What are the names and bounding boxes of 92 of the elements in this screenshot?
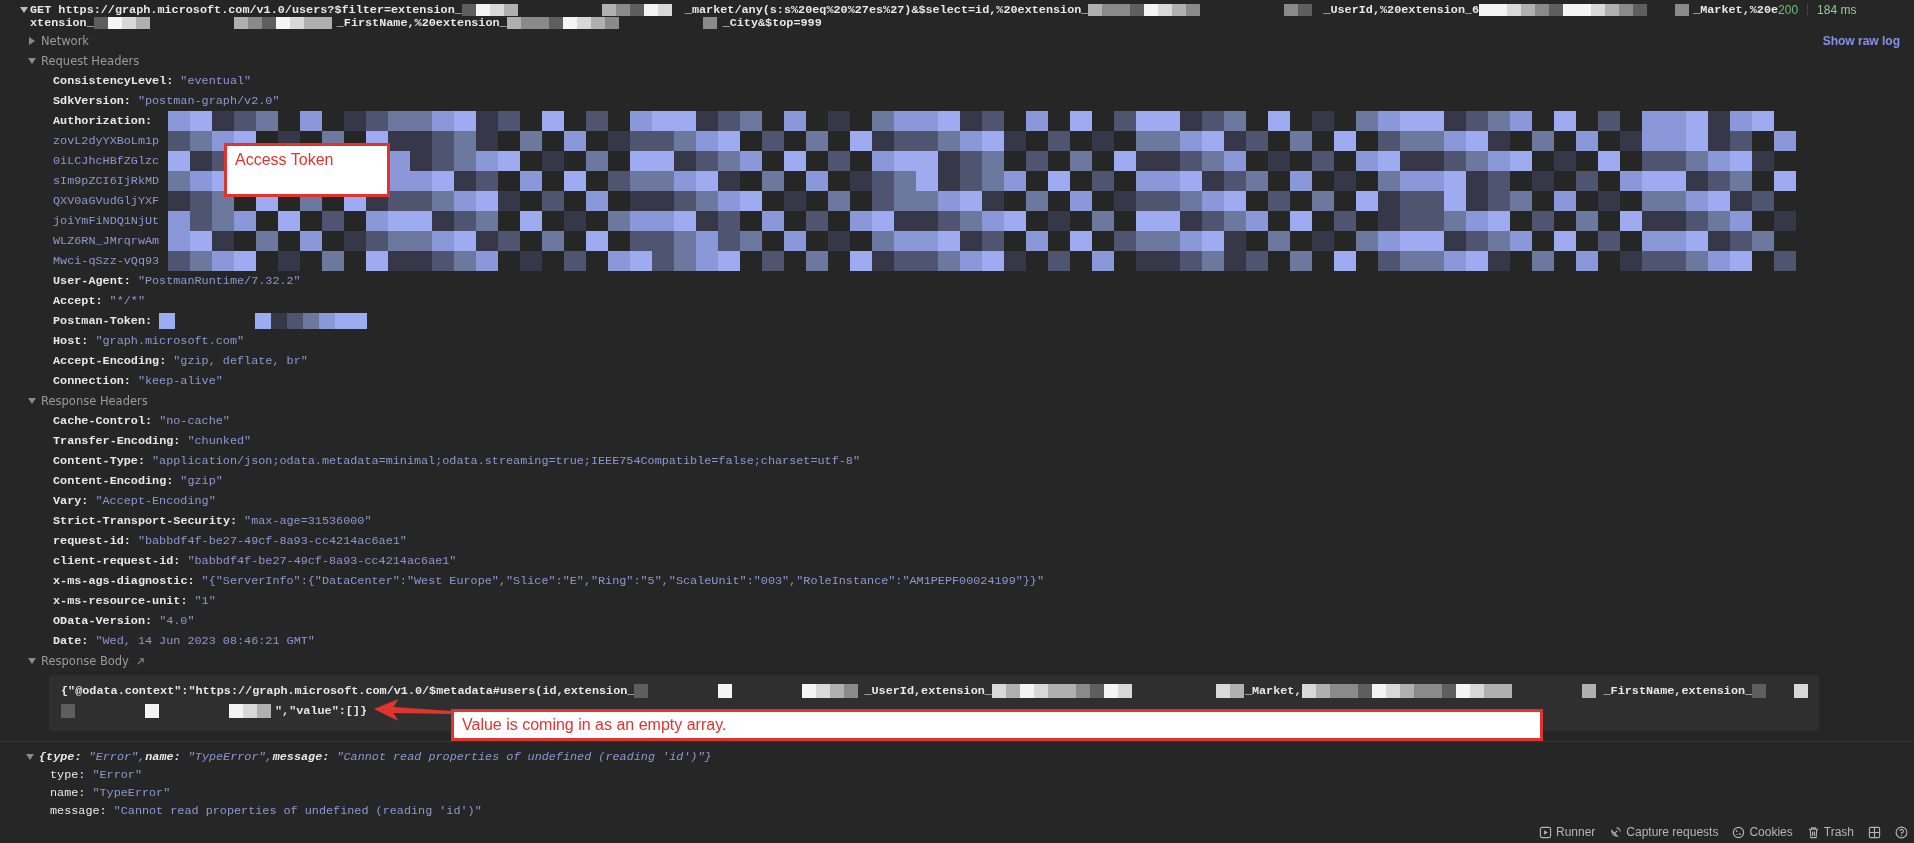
- capture-requests-button[interactable]: Capture requests: [1609, 825, 1719, 839]
- header-value: "gzip": [180, 474, 223, 488]
- request-url-text: _UserId,%20extension_6: [1323, 2, 1480, 17]
- header-name: Cache-Control:: [53, 414, 153, 428]
- header-value: "4.0": [159, 614, 195, 628]
- header-value: "graph.microsoft.com": [95, 334, 245, 348]
- header-value: "gzip, deflate, br": [173, 354, 308, 368]
- play-icon: [1539, 825, 1552, 839]
- collapse-caret-icon[interactable]: [28, 657, 36, 665]
- request-url-text: _market/any(s:s%20eq%20%27es%27)&$select=id,%20extension_: [684, 2, 1089, 17]
- response-body-text: _UserId,extension_: [864, 684, 992, 698]
- header-value: "PostmanRuntime/7.32.2": [137, 274, 301, 288]
- header-value: "Accept-Encoding": [95, 494, 216, 508]
- error-field-value: "Error": [92, 768, 142, 782]
- header-name: OData-Version:: [53, 614, 153, 628]
- header-value: "keep-alive": [137, 374, 223, 388]
- header-name: Accept-Encoding:: [53, 354, 167, 368]
- token-text: zovL2dyYXBoLm1p: [53, 134, 160, 148]
- error-field-name: message:: [50, 804, 107, 818]
- header-value: "Wed, 14 Jun 2023 08:46:21 GMT": [95, 634, 315, 648]
- collapse-caret-icon[interactable]: [28, 57, 36, 65]
- header-name: SdkVersion:: [53, 94, 131, 108]
- response-body-text: {"@odata.context":"https://graph.microsoft.com/v1.0/$metadata#users(id,extension_: [61, 684, 635, 698]
- cookies-button[interactable]: Cookies: [1732, 825, 1793, 839]
- header-name: x-ms-resource-unit:: [53, 594, 188, 608]
- section-label[interactable]: Network: [41, 34, 90, 48]
- request-url-text: xtension_: [30, 15, 94, 30]
- response-body-text: _Market,: [1244, 684, 1302, 698]
- header-name: Authorization:: [53, 114, 153, 128]
- cookie-icon: [1732, 825, 1746, 839]
- trash-icon: [1806, 825, 1820, 839]
- header-name: Postman-Token:: [53, 314, 153, 328]
- header-name: Transfer-Encoding:: [53, 434, 181, 448]
- header-name: client-request-id:: [53, 554, 181, 568]
- error-field-value: "TypeError": [92, 786, 171, 800]
- header-name: Connection:: [53, 374, 131, 388]
- response-body-text: _FirstName,extension_: [1603, 684, 1753, 698]
- error-field-name: name:: [50, 786, 86, 800]
- token-text: QXV0aGVudGljYXF: [53, 194, 160, 208]
- request-url-text: _City&$top=999: [722, 15, 822, 30]
- header-name: Date:: [53, 634, 89, 648]
- header-value: "max-age=31536000": [244, 514, 372, 528]
- header-value: "1": [194, 594, 216, 608]
- header-name: Vary:: [53, 494, 89, 508]
- header-value: "*/*": [109, 294, 145, 308]
- header-name: Host:: [53, 334, 89, 348]
- header-name: User-Agent:: [53, 274, 131, 288]
- token-text: joiYmFiNDQ1NjUt: [53, 214, 160, 228]
- response-time: 184 ms: [1817, 2, 1857, 17]
- header-value: "{"ServerInfo":{"DataCenter":"West Europe","Slice":"E","Ring":"5","ScaleUnit":"003","RoleInstance":"AM1PEPF00024199"}}": [201, 574, 1045, 588]
- satellite-dish-icon: [1609, 825, 1623, 839]
- error-field-value: "Cannot read properties of undefined (reading 'id')": [113, 804, 482, 818]
- collapse-caret-icon[interactable]: [28, 397, 36, 405]
- help-icon[interactable]: [1895, 825, 1908, 839]
- header-value: "babbdf4f-be27-49cf-8a93-cc4214ac6ae1": [137, 534, 407, 548]
- header-name: Content-Type:: [53, 454, 146, 468]
- header-name: Accept:: [53, 294, 103, 308]
- external-link-icon[interactable]: [135, 656, 145, 666]
- header-name: ConsistencyLevel:: [53, 74, 174, 88]
- collapse-caret-icon[interactable]: [20, 6, 28, 14]
- show-raw-log-link[interactable]: Show raw log: [1822, 34, 1900, 48]
- error-summary: {type: "Error",name: "TypeError",message: "Cannot read properties of undefined (reading 'id')"}: [39, 750, 712, 764]
- trash-button[interactable]: Trash: [1806, 825, 1854, 839]
- request-url-text: GET https://graph.microsoft.com/v1.0/users?$filter=extension_: [30, 2, 462, 17]
- token-text: WLZ6RN_JMrqrwAm: [53, 234, 160, 248]
- header-name: Content-Encoding:: [53, 474, 174, 488]
- annotation-box: Value is coming in as an empty array.: [451, 709, 1543, 741]
- header-name: x-ms-ags-diagnostic:: [53, 574, 195, 588]
- token-text: Mwci-qSzz-vQq93: [53, 254, 160, 268]
- layout-icon[interactable]: [1868, 825, 1881, 839]
- header-value: "babbdf4f-be27-49cf-8a93-cc4214ac6ae1": [187, 554, 457, 568]
- annotation-box: Access Token: [224, 143, 390, 197]
- section-label[interactable]: Response Headers: [41, 394, 148, 408]
- header-value: "postman-graph/v2.0": [137, 94, 280, 108]
- token-text: 0iLCJhcHBfZGlzc: [53, 154, 160, 168]
- response-body-text: ","value":[]}: [275, 704, 368, 718]
- header-value: "no-cache": [159, 414, 230, 428]
- request-url-text: _FirstName,%20extension_: [336, 15, 507, 30]
- header-name: request-id:: [53, 534, 131, 548]
- header-value: "application/json;odata.metadata=minimal;odata.streaming=true;IEEE754Compatible=false;charset=utf-8": [152, 454, 860, 468]
- header-value: "eventual": [180, 74, 252, 88]
- status-code: 200: [1778, 2, 1799, 17]
- expand-caret-icon[interactable]: [28, 37, 36, 45]
- header-value: "chunked": [187, 434, 252, 448]
- runner-button[interactable]: Runner: [1539, 825, 1596, 839]
- header-name: Strict-Transport-Security:: [53, 514, 238, 528]
- token-text: sIm9pZCI6IjRkMD: [53, 174, 160, 188]
- error-field-name: type:: [50, 768, 86, 782]
- collapse-caret-icon[interactable]: [26, 753, 34, 761]
- request-url-text: _Market,%20e: [1693, 2, 1779, 17]
- section-label[interactable]: Request Headers: [41, 54, 140, 68]
- section-label[interactable]: Response Body: [41, 654, 129, 668]
